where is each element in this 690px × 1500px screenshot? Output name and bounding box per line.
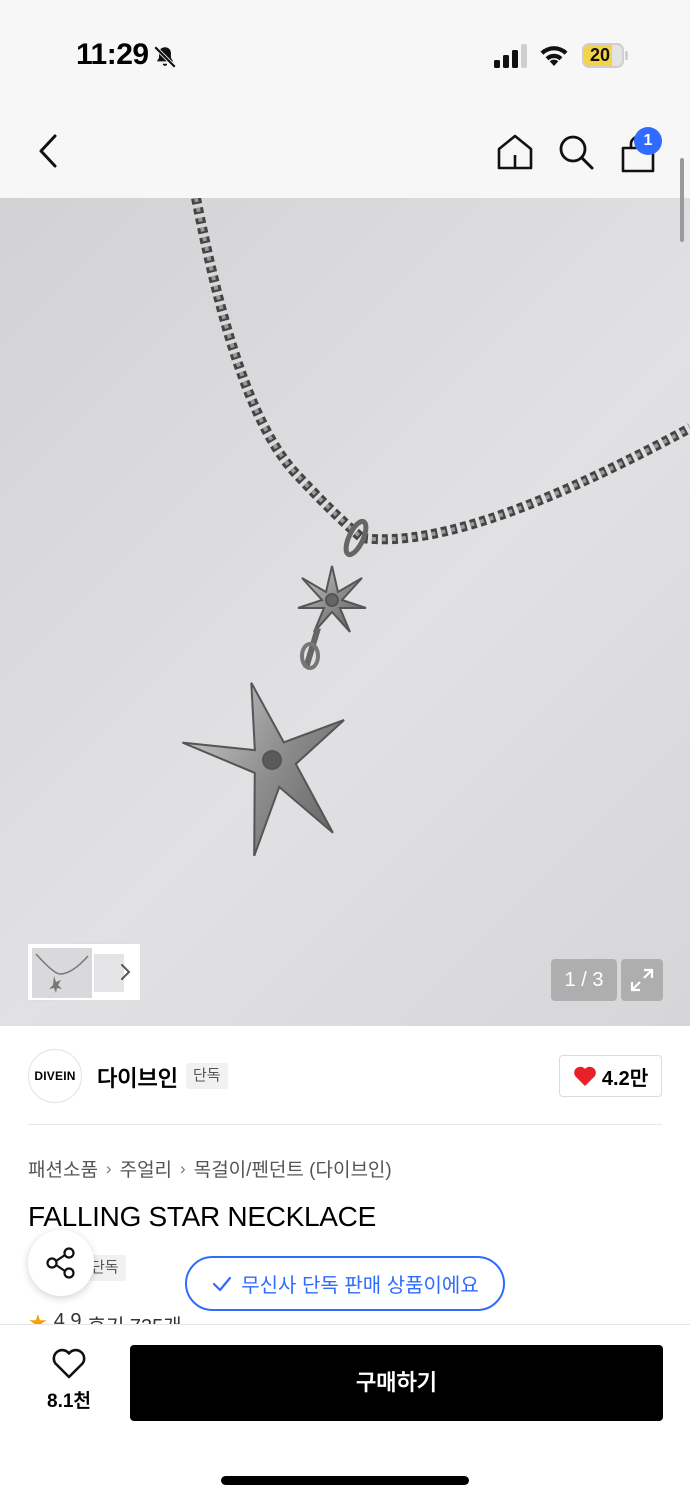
battery-level: 20 [589,45,611,65]
breadcrumb-item[interactable]: 주얼리 [120,1155,172,1182]
brand-like-count: 4.2만 [601,1067,649,1090]
check-icon [213,1276,232,1291]
status-bar: 11:29 20 [0,0,690,100]
exclusive-notice-pill[interactable]: 무신사 단독 판매 상품이에요 [185,1256,505,1311]
wishlist-button[interactable]: 8.1천 [30,1348,108,1420]
expand-icon [630,968,654,992]
signal-icon [494,44,527,68]
home-indicator [221,1476,469,1485]
brand-name[interactable]: 다이브인 [97,1061,178,1093]
breadcrumb-item[interactable]: 목걸이/펜던트 (다이브인) [194,1155,392,1182]
status-time: 11:29 [76,38,149,71]
exclusive-notice-text: 무신사 단독 판매 상품이에요 [241,1275,479,1297]
home-icon [497,134,533,170]
product-title: FALLING STAR NECKLACE [28,1201,376,1232]
thumbnail-strip[interactable] [27,943,141,1001]
brand-exclusive-tag: 단독 [186,1063,228,1089]
necklace-thumbnail [35,953,89,993]
breadcrumb-item[interactable]: 패션소품 [28,1155,98,1182]
chevron-right-icon[interactable] [116,960,136,984]
search-button[interactable] [552,128,600,176]
brand-like-button[interactable]: 4.2만 [559,1055,662,1097]
image-page-counter: 1 / 3 [551,959,617,1001]
share-button[interactable] [28,1230,94,1296]
product-image[interactable] [0,198,690,1026]
cart-count-badge: 1 [634,127,662,155]
wifi-icon [540,46,568,66]
heart-outline-icon [52,1348,86,1379]
divider [28,1124,662,1125]
wishlist-count: 8.1천 [47,1391,91,1412]
battery-icon: 20 [582,43,628,68]
expand-image-button[interactable] [621,959,663,1001]
necklace-image [182,198,690,857]
brand-logo[interactable]: DIVEIN [28,1049,82,1103]
bell-slash-icon [153,45,177,69]
back-arrow-icon [39,134,57,168]
top-nav [0,100,690,198]
chevron-right-icon: › [105,1158,112,1178]
home-button[interactable] [491,128,539,176]
search-icon [559,135,594,170]
thumbnail-image[interactable] [32,948,92,998]
buy-button[interactable]: 구매하기 [130,1345,663,1421]
back-button[interactable] [24,127,72,175]
breadcrumb: 패션소품 › 주얼리 › 목걸이/펜던트 (다이브인) [28,1155,392,1182]
share-icon [46,1247,75,1279]
chevron-right-icon: › [180,1158,186,1178]
heart-filled-icon [574,1066,596,1086]
scrollbar-thumb[interactable] [680,158,684,242]
